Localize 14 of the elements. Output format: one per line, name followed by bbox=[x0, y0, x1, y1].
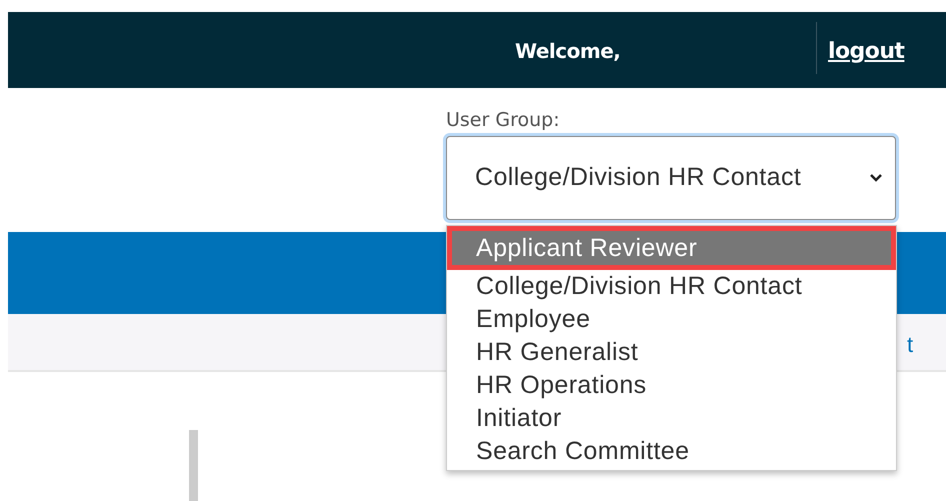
welcome-text: Welcome, bbox=[515, 38, 620, 65]
logout-link[interactable]: logout bbox=[828, 35, 904, 68]
dropdown-option[interactable]: Employee bbox=[447, 303, 896, 336]
dropdown-option[interactable]: HR Operations bbox=[447, 369, 896, 402]
dropdown-option[interactable]: Search Committee bbox=[447, 435, 896, 468]
user-group-label: User Group: bbox=[446, 108, 560, 133]
user-group-select[interactable]: College/Division HR Contact bbox=[446, 136, 896, 220]
divider-bar bbox=[189, 430, 198, 501]
dropdown-option[interactable]: HR Generalist bbox=[447, 336, 896, 369]
chevron-down-icon bbox=[869, 173, 883, 183]
dropdown-option[interactable]: College/Division HR Contact bbox=[447, 270, 896, 303]
toolbar-link[interactable]: t bbox=[907, 328, 914, 361]
dropdown-option[interactable]: Applicant Reviewer bbox=[447, 226, 896, 270]
dropdown-option[interactable]: Initiator bbox=[447, 402, 896, 435]
